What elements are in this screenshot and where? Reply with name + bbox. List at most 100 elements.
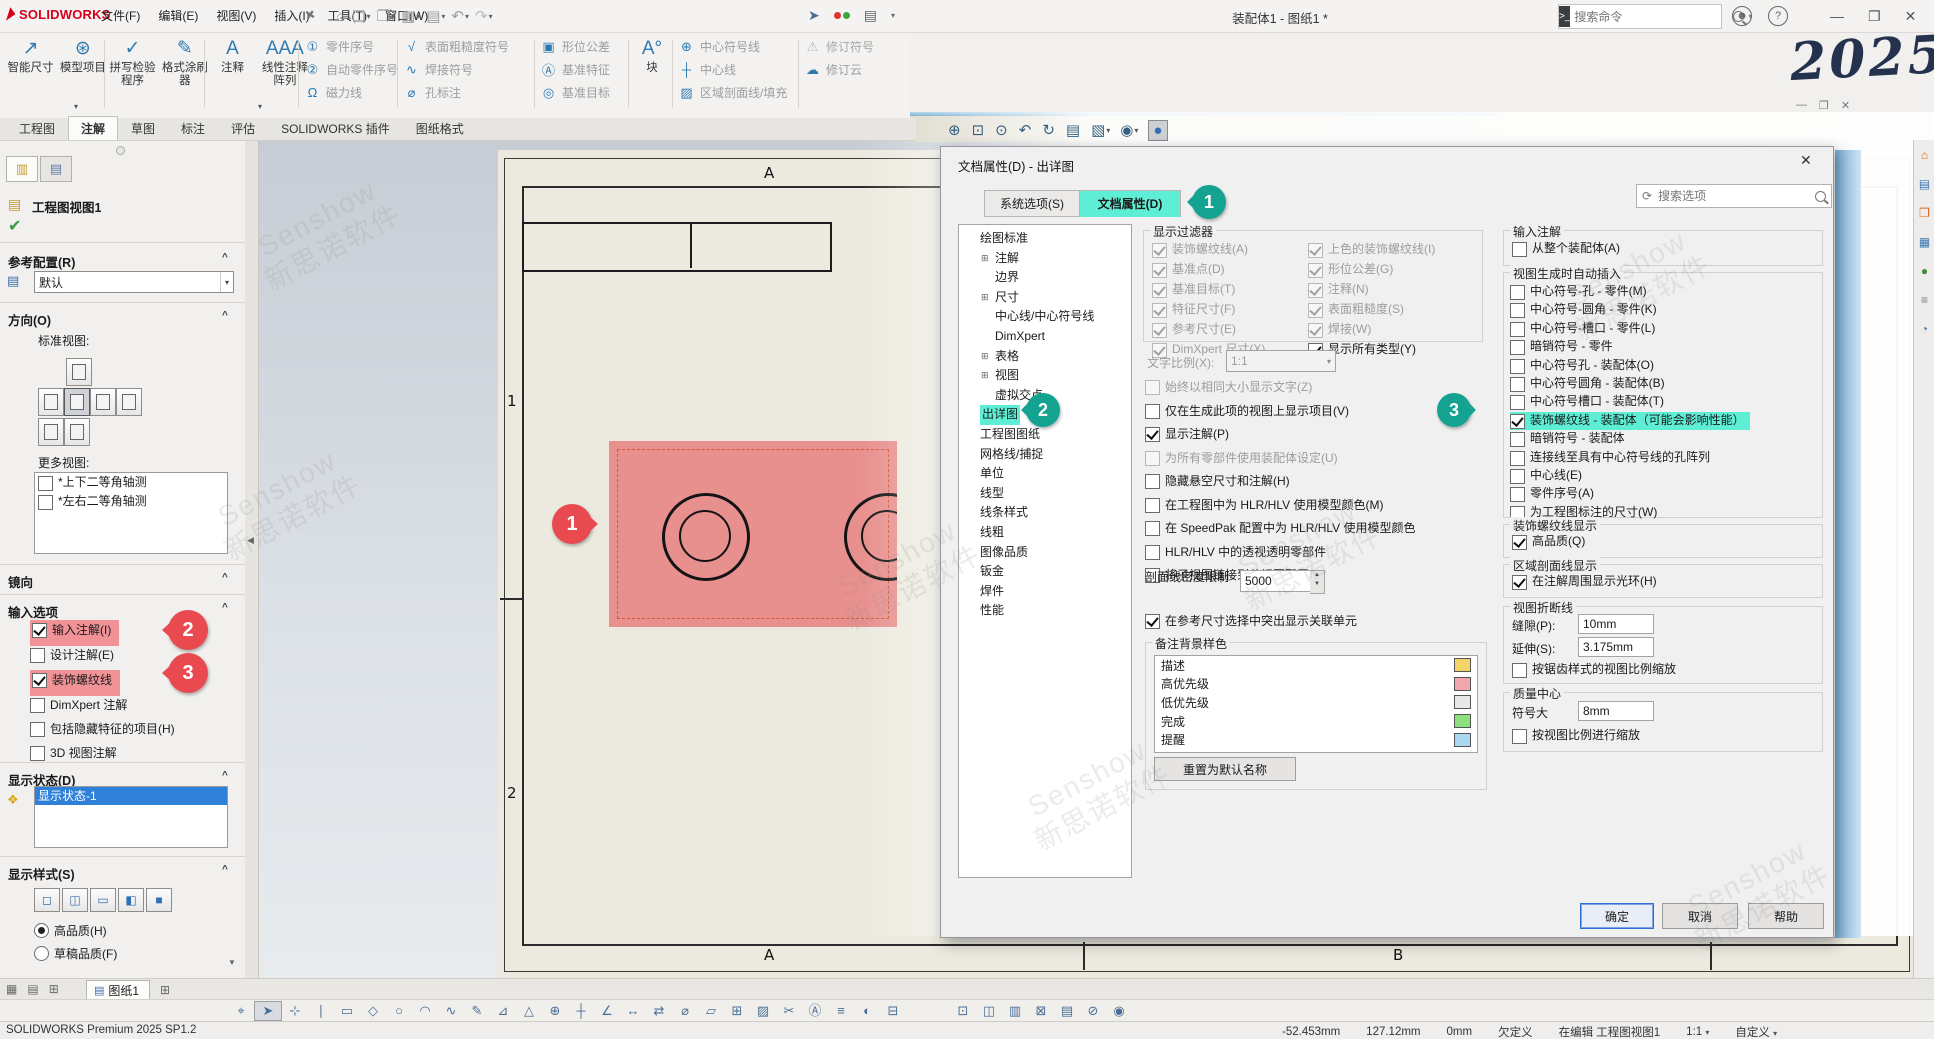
sheet-list-icon[interactable]: ▤ bbox=[27, 982, 38, 996]
filter-option[interactable]: 注释(N) bbox=[1308, 281, 1435, 298]
select-icon[interactable]: ➤ bbox=[254, 1001, 282, 1021]
commandmanager-tab[interactable]: 草图 bbox=[118, 116, 168, 140]
hidden-lines-removed-button[interactable]: ▭ bbox=[90, 888, 116, 912]
checkbox[interactable] bbox=[1512, 242, 1527, 257]
checkbox[interactable] bbox=[1308, 283, 1323, 298]
checkbox[interactable] bbox=[1308, 243, 1323, 258]
restore-button[interactable]: ❐ bbox=[1868, 8, 1881, 25]
detail-view-icon[interactable]: ⊡ bbox=[950, 1001, 976, 1021]
tree-item[interactable]: 绘图标准 bbox=[959, 229, 1131, 249]
tree-item[interactable]: 单位 bbox=[959, 464, 1131, 484]
checkbox[interactable] bbox=[1145, 521, 1160, 536]
com-scale-option[interactable]: 按视图比例进行缩放 bbox=[1512, 727, 1640, 744]
surface-finish-button[interactable]: √表面粗糙度符号 bbox=[403, 36, 509, 57]
tree-expander-icon[interactable] bbox=[966, 601, 977, 621]
dropdown-arrow-icon[interactable]: ▾ bbox=[1773, 1029, 1777, 1038]
select-arrow-icon[interactable]: ➤ bbox=[808, 7, 820, 24]
checkbox[interactable] bbox=[30, 648, 45, 663]
filter-option[interactable]: 装饰螺纹线(A) bbox=[1152, 241, 1265, 258]
user-account-icon[interactable]: ☻ bbox=[1732, 6, 1752, 26]
import-option[interactable]: 设计注解(E) bbox=[30, 646, 240, 670]
quality-option[interactable]: 高品质(H) bbox=[34, 922, 117, 939]
tree-expander-icon[interactable] bbox=[966, 543, 977, 563]
tab-document-properties[interactable]: 文档属性(D) bbox=[1079, 190, 1181, 217]
center-mark-button[interactable]: ⊕中心符号线 bbox=[678, 36, 787, 57]
tree-expander-icon[interactable] bbox=[966, 562, 977, 582]
dropdown-arrow-icon[interactable]: ▾ bbox=[258, 102, 262, 111]
view-isometric-button[interactable] bbox=[38, 418, 64, 446]
checkbox[interactable] bbox=[1512, 535, 1527, 550]
gap-field[interactable]: 10mm bbox=[1578, 614, 1654, 634]
projected-view-icon[interactable]: ◫ bbox=[976, 1001, 1002, 1021]
confirm-check-icon[interactable]: ✔ bbox=[8, 216, 21, 236]
hatch-display-option[interactable]: 在注解周围显示光环(H) bbox=[1512, 573, 1657, 590]
checkbox[interactable] bbox=[1510, 377, 1525, 392]
filter-option[interactable]: 表面粗糙度(S) bbox=[1308, 301, 1435, 318]
tree-expander-icon[interactable] bbox=[966, 523, 977, 543]
note-color-row[interactable]: 完成 bbox=[1155, 712, 1477, 731]
detailing-option[interactable]: 显示注解(P) bbox=[1145, 425, 1497, 442]
dropdown-arrow-icon[interactable]: ▾ bbox=[74, 102, 78, 111]
checkbox[interactable] bbox=[30, 698, 45, 713]
commandmanager-tab[interactable]: 注解 bbox=[68, 116, 118, 140]
tree-item[interactable]: ⊞尺寸 bbox=[959, 288, 1131, 308]
drawing-view-selected[interactable] bbox=[609, 441, 897, 627]
centerline-button[interactable]: ┼中心线 bbox=[678, 59, 787, 80]
sync-options-icon[interactable]: ⟳ bbox=[1642, 189, 1652, 203]
tree-item[interactable]: 线型 bbox=[959, 484, 1131, 504]
detailing-option[interactable]: 为所有零部件使用装配体设定(U) bbox=[1145, 449, 1497, 466]
detailing-option[interactable]: 在工程图中为 HLR/HLV 使用模型颜色(M) bbox=[1145, 496, 1497, 513]
collapse-chevron-icon[interactable]: ^ bbox=[222, 572, 228, 583]
detailing-option[interactable]: 始终以相同大小显示文字(Z) bbox=[1145, 378, 1497, 395]
thread-display-option[interactable]: 高品质(Q) bbox=[1512, 533, 1585, 550]
spinner-down-icon[interactable]: ▼ bbox=[1310, 580, 1324, 589]
filter-option[interactable]: 上色的装饰螺纹线(I) bbox=[1308, 241, 1435, 258]
commandmanager-tab[interactable]: SOLIDWORKS 插件 bbox=[268, 116, 403, 140]
shaded-edges-button[interactable]: ◧ bbox=[118, 888, 144, 912]
collapse-chevron-icon[interactable]: ^ bbox=[222, 602, 228, 613]
horizontal-dimension-icon[interactable]: ↔ bbox=[620, 1001, 646, 1021]
tree-item[interactable]: ⊞表格 bbox=[959, 347, 1131, 367]
section-reference-configuration[interactable]: 参考配置(R) bbox=[8, 252, 75, 271]
more-view-option[interactable]: *左右二等角轴测 bbox=[35, 492, 227, 511]
table-icon[interactable]: ⊞ bbox=[724, 1001, 750, 1021]
view-top-button[interactable] bbox=[64, 418, 90, 446]
checkbox[interactable] bbox=[30, 722, 45, 737]
tree-expander-icon[interactable] bbox=[966, 405, 977, 425]
tree-expander-icon[interactable] bbox=[966, 229, 977, 249]
linear-note-pattern-button[interactable]: AAA线性注释阵列 bbox=[261, 36, 308, 88]
commandmanager-tab[interactable]: 工程图 bbox=[6, 116, 68, 140]
help-button[interactable]: 帮助 bbox=[1748, 903, 1824, 929]
cancel-button[interactable]: 取消 bbox=[1662, 903, 1738, 929]
tree-item[interactable]: 网格线/捕捉 bbox=[959, 445, 1131, 465]
panel-scroll-down-icon[interactable]: ▼ bbox=[228, 958, 236, 967]
view-left-button[interactable] bbox=[38, 388, 64, 416]
focus-icon[interactable]: ◉ bbox=[1106, 1001, 1132, 1021]
tree-expander-icon[interactable] bbox=[966, 445, 977, 465]
checkbox[interactable] bbox=[1512, 575, 1527, 590]
checkbox[interactable] bbox=[1145, 404, 1160, 419]
symbol-size-field[interactable]: 8mm bbox=[1578, 701, 1654, 721]
auto-insert-option[interactable]: 暗销符号 - 装配体 bbox=[1510, 430, 1816, 448]
spline-icon[interactable]: ∿ bbox=[438, 1001, 464, 1021]
checkbox[interactable] bbox=[1510, 451, 1525, 466]
checkbox[interactable] bbox=[1152, 323, 1167, 338]
collapse-panel-icon[interactable]: ◀ bbox=[247, 535, 254, 546]
angle-dimension-icon[interactable]: ∠ bbox=[594, 1001, 620, 1021]
tree-item[interactable]: 焊件 bbox=[959, 582, 1131, 602]
checkbox[interactable] bbox=[1152, 243, 1167, 258]
line-icon[interactable]: ∣ bbox=[308, 1001, 334, 1021]
hatch-icon[interactable]: ▨ bbox=[750, 1001, 776, 1021]
panel-splitter[interactable]: ◀ bbox=[245, 140, 259, 978]
hidden-lines-visible-button[interactable]: ◫ bbox=[62, 888, 88, 912]
detailing-option[interactable]: 在 SpeedPak 配置中为 HLR/HLV 使用模型颜色 bbox=[1145, 519, 1497, 536]
auto-insert-option[interactable]: 中心符号-圆角 - 零件(K) bbox=[1510, 301, 1816, 319]
zoom-fit-icon[interactable]: ⊡ bbox=[972, 121, 986, 139]
model-items-button[interactable]: ⊛模型项目 bbox=[59, 36, 106, 75]
tree-item[interactable]: 钣金 bbox=[959, 562, 1131, 582]
checkbox[interactable] bbox=[1510, 487, 1525, 502]
radio-button[interactable] bbox=[34, 923, 49, 938]
configuration-combo[interactable]: 默认▾ bbox=[34, 271, 234, 293]
auto-balloon-button[interactable]: ②自动零件序号 bbox=[304, 59, 398, 80]
checkbox[interactable] bbox=[1145, 545, 1160, 560]
